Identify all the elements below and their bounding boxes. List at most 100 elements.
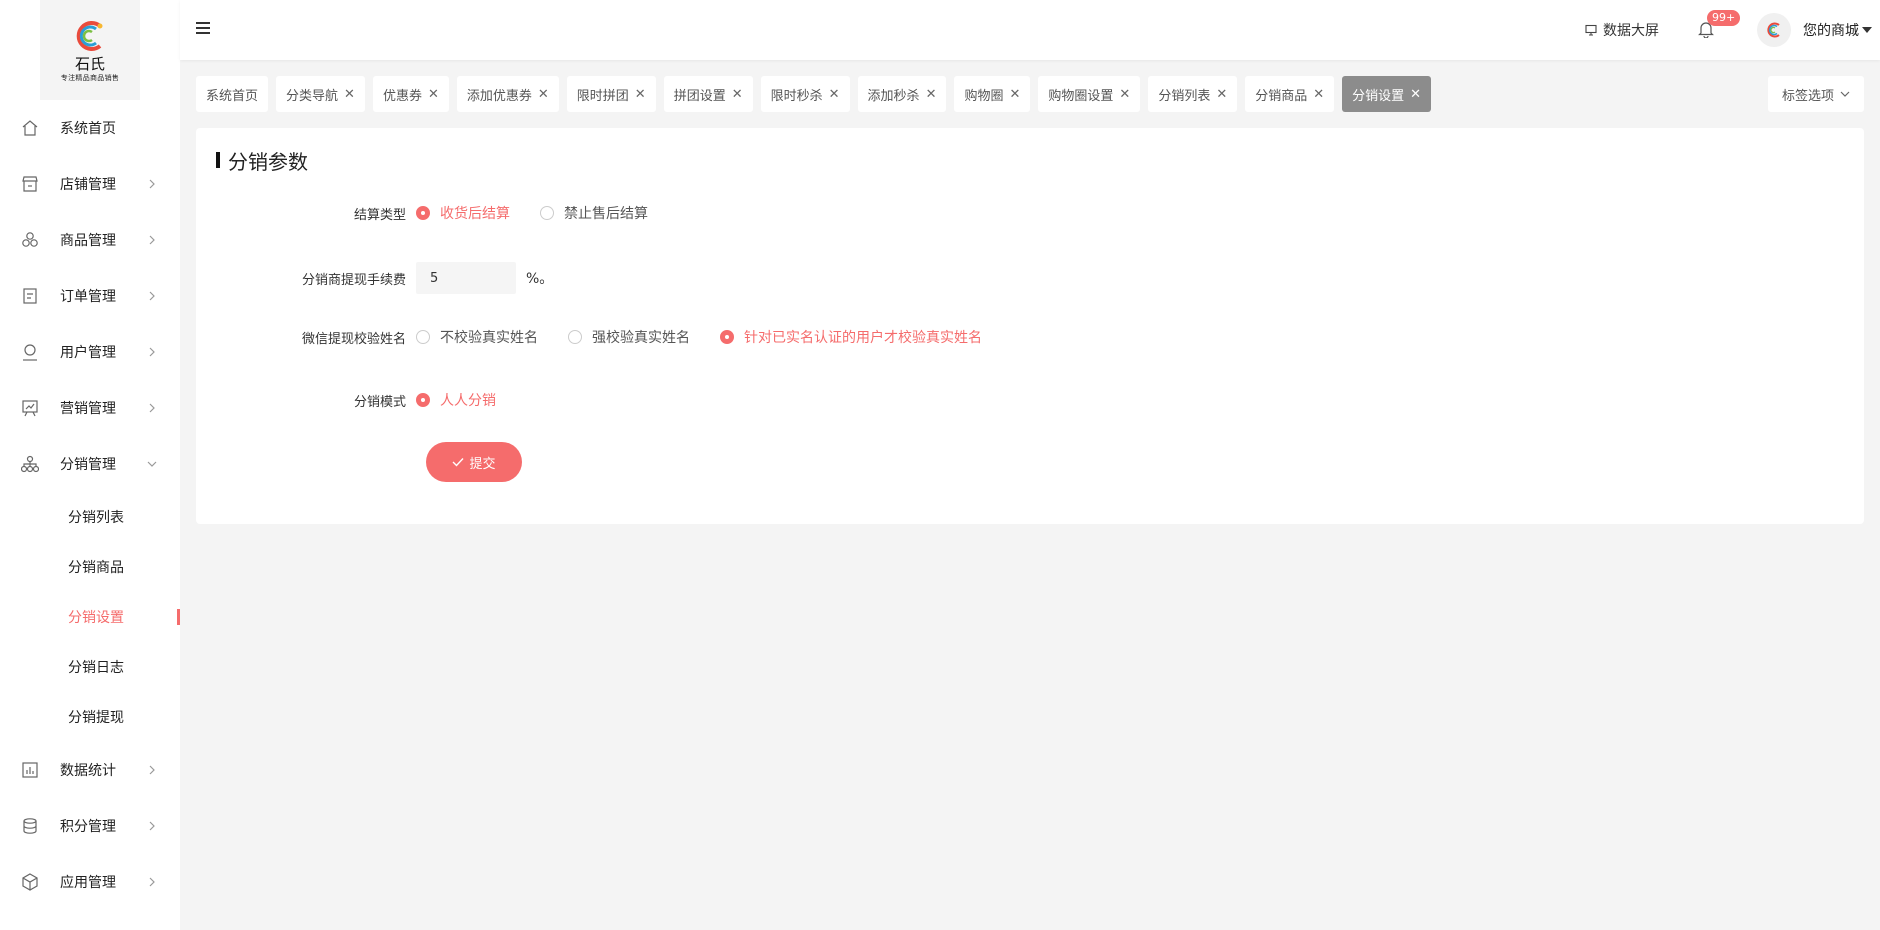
sidebar-item-apps[interactable]: 应用管理 <box>0 854 180 910</box>
sidebar-item-label: 应用管理 <box>60 875 116 891</box>
brand-logo-icon <box>72 18 108 54</box>
sidebar-item-home[interactable]: 系统首页 <box>0 100 180 156</box>
sidebar-subitem-distribution-withdraw[interactable]: 分销提现 <box>0 692 180 742</box>
everyone-distribution-radio[interactable]: 人人分销 <box>416 390 496 410</box>
distribution-mode-label: 分销模式 <box>353 394 406 410</box>
close-icon[interactable]: ✕ <box>428 87 439 102</box>
sidebar-item-distribution[interactable]: 分销管理 <box>0 436 180 492</box>
sidebar-subitem-distribution-goods[interactable]: 分销商品 <box>0 542 180 592</box>
close-icon[interactable]: ✕ <box>1313 87 1324 102</box>
submit-button[interactable]: 提交 <box>426 442 522 482</box>
sidebar-item-marketing[interactable]: 营销管理 <box>0 380 180 436</box>
menu-toggle-icon[interactable] <box>196 22 210 36</box>
tab-label: 分销设置 <box>1352 88 1405 104</box>
sidebar-subitem-distribution-log[interactable]: 分销日志 <box>0 642 180 692</box>
notification-button[interactable]: 99+ <box>1697 10 1741 42</box>
sidebar-item-goods[interactable]: 商品管理 <box>0 212 180 268</box>
tab-options-label: 标签选项 <box>1781 88 1834 104</box>
data-screen-link[interactable]: 数据大屏 <box>1585 20 1659 40</box>
tab-label: 分类导航 <box>286 88 339 104</box>
force-name-check-radio[interactable]: 强校验真实姓名 <box>568 327 690 347</box>
settlement-no-aftersale-radio[interactable]: 禁止售后结算 <box>540 203 648 223</box>
sidebar-item-store[interactable]: 店铺管理 <box>0 156 180 212</box>
settlement-type-row: 结算类型 收货后结算 禁止售后结算 <box>196 198 678 228</box>
tab-label: 添加秒杀 <box>867 88 920 104</box>
user-icon <box>20 342 40 362</box>
close-icon[interactable]: ✕ <box>538 87 549 102</box>
data-screen-label: 数据大屏 <box>1603 23 1659 39</box>
bell-icon <box>1697 22 1715 42</box>
tab-distribution-settings[interactable]: 分销设置 ✕ <box>1342 76 1432 112</box>
tab-add-flash-sale[interactable]: 添加秒杀 ✕ <box>857 76 947 112</box>
tab-label: 分销列表 <box>1158 88 1211 104</box>
monitor-icon <box>1585 24 1597 36</box>
sidebar-item-points[interactable]: 积分管理 <box>0 798 180 854</box>
chevron-right-icon <box>146 234 158 246</box>
withdraw-fee-unit: %。 <box>526 271 554 287</box>
verified-only-name-check-radio[interactable]: 针对已实名认证的用户才校验真实姓名 <box>720 327 982 347</box>
tab-distribution-list[interactable]: 分销列表 ✕ <box>1148 76 1238 112</box>
distribution-mode-row: 分销模式 人人分销 <box>196 385 526 415</box>
chevron-right-icon <box>146 290 158 302</box>
sidebar-nav: 系统首页 店铺管理 商品管理 订单管理 用户管理 营销管理 分销管理 分销列表 … <box>0 100 180 910</box>
close-icon[interactable]: ✕ <box>829 87 840 102</box>
page-title: 分销参数 <box>216 148 308 174</box>
sidebar-item-label: 商品管理 <box>60 233 116 249</box>
withdraw-fee-input[interactable] <box>416 262 516 294</box>
sidebar-item-statistics[interactable]: 数据统计 <box>0 742 180 798</box>
sidebar-item-label: 营销管理 <box>60 401 116 417</box>
goods-icon <box>20 230 40 250</box>
chevron-down-icon <box>146 458 158 470</box>
close-icon[interactable]: ✕ <box>1119 87 1130 102</box>
tab-coupons[interactable]: 优惠券 ✕ <box>372 76 449 112</box>
tab-shopping-circle[interactable]: 购物圈 ✕ <box>954 76 1031 112</box>
logo[interactable]: 石氏 专注精品商品销售 <box>40 0 140 100</box>
sidebar-item-users[interactable]: 用户管理 <box>0 324 180 380</box>
tab-add-coupon[interactable]: 添加优惠券 ✕ <box>456 76 559 112</box>
close-icon[interactable]: ✕ <box>635 87 646 102</box>
close-icon[interactable]: ✕ <box>1410 87 1421 102</box>
store-icon <box>20 174 40 194</box>
withdraw-fee-label: 分销商提现手续费 <box>301 272 406 288</box>
brand-slogan: 专注精品商品销售 <box>60 73 120 82</box>
close-icon[interactable]: ✕ <box>926 87 937 102</box>
title-marker <box>216 152 220 168</box>
tab-label: 分销商品 <box>1255 88 1308 104</box>
page-title-text: 分销参数 <box>228 149 308 174</box>
tab-home[interactable]: 系统首页 <box>196 76 269 112</box>
close-icon[interactable]: ✕ <box>344 87 355 102</box>
tab-distribution-goods[interactable]: 分销商品 ✕ <box>1245 76 1335 112</box>
tab-shopping-circle-settings[interactable]: 购物圈设置 ✕ <box>1038 76 1141 112</box>
chart-icon <box>20 760 40 780</box>
sidebar-subitem-distribution-list[interactable]: 分销列表 <box>0 492 180 542</box>
shop-menu[interactable]: 您的商城 <box>1803 20 1872 40</box>
brand-name: 石氏 <box>74 54 105 73</box>
no-name-check-radio[interactable]: 不校验真实姓名 <box>416 327 538 347</box>
radio-dot <box>416 206 430 220</box>
top-header: 数据大屏 99+ 您的商城 <box>180 0 1880 60</box>
avatar[interactable] <box>1757 13 1791 47</box>
page-tabs: 系统首页 分类导航 ✕ 优惠券 ✕ 添加优惠券 ✕ 限时拼团 ✕ 拼团设置 ✕ 限时秒杀 ✕… <box>196 76 1439 112</box>
tab-label: 添加优惠券 <box>466 88 532 104</box>
sidebar-item-orders[interactable]: 订单管理 <box>0 268 180 324</box>
sidebar-subitem-distribution-settings[interactable]: 分销设置 <box>0 592 180 642</box>
caret-down-icon <box>1862 27 1872 33</box>
radio-dot <box>720 330 734 344</box>
name-check-label: 微信提现校验姓名 <box>301 331 406 347</box>
sidebar-item-label: 分销管理 <box>60 457 116 473</box>
radio-label: 禁止售后结算 <box>564 206 648 222</box>
tab-group-buy[interactable]: 限时拼团 ✕ <box>566 76 656 112</box>
sidebar-item-label: 用户管理 <box>60 345 116 361</box>
close-icon[interactable]: ✕ <box>732 87 743 102</box>
tab-options-dropdown[interactable]: 标签选项 <box>1767 76 1864 112</box>
tab-flash-sale[interactable]: 限时秒杀 ✕ <box>760 76 850 112</box>
header-actions: 数据大屏 99+ 您的商城 <box>1585 0 1880 60</box>
tab-group-settings[interactable]: 拼团设置 ✕ <box>663 76 753 112</box>
sidebar: 石氏 专注精品商品销售 系统首页 店铺管理 商品管理 订单管理 用户管理 营销管… <box>0 0 180 930</box>
radio-dot <box>416 393 430 407</box>
close-icon[interactable]: ✕ <box>1009 87 1020 102</box>
close-icon[interactable]: ✕ <box>1216 87 1227 102</box>
app-icon <box>20 872 40 892</box>
tab-category-nav[interactable]: 分类导航 ✕ <box>276 76 365 112</box>
settlement-after-receipt-radio[interactable]: 收货后结算 <box>416 203 510 223</box>
